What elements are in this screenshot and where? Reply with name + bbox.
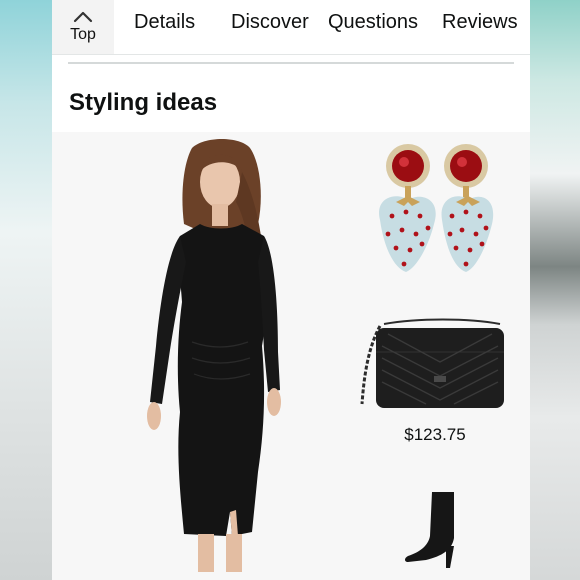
- chevron-up-icon: [73, 11, 93, 22]
- section-title: Styling ideas: [69, 89, 218, 116]
- bag-price: $123.75: [404, 425, 466, 444]
- tab-reviews[interactable]: Reviews: [442, 11, 518, 34]
- bag-product-image[interactable]: [358, 318, 510, 412]
- boot-product-image[interactable]: [402, 492, 472, 568]
- tab-discover[interactable]: Discover: [231, 11, 309, 34]
- back-to-top-label: Top: [70, 25, 96, 43]
- tab-details[interactable]: Details: [134, 11, 195, 34]
- back-to-top-button[interactable]: Top: [52, 0, 114, 54]
- tab-questions[interactable]: Questions: [328, 11, 418, 34]
- dress-product-image[interactable]: [140, 132, 300, 572]
- product-page: Top Details Discover Questions Reviews S…: [52, 0, 530, 580]
- section-nav: Top Details Discover Questions Reviews: [52, 0, 530, 55]
- backdrop-left: [0, 0, 52, 580]
- section-divider: [68, 62, 514, 64]
- earrings-product-image[interactable]: [362, 144, 502, 284]
- backdrop-right: [530, 0, 580, 580]
- styling-ideas-panel: $123.75: [52, 132, 530, 580]
